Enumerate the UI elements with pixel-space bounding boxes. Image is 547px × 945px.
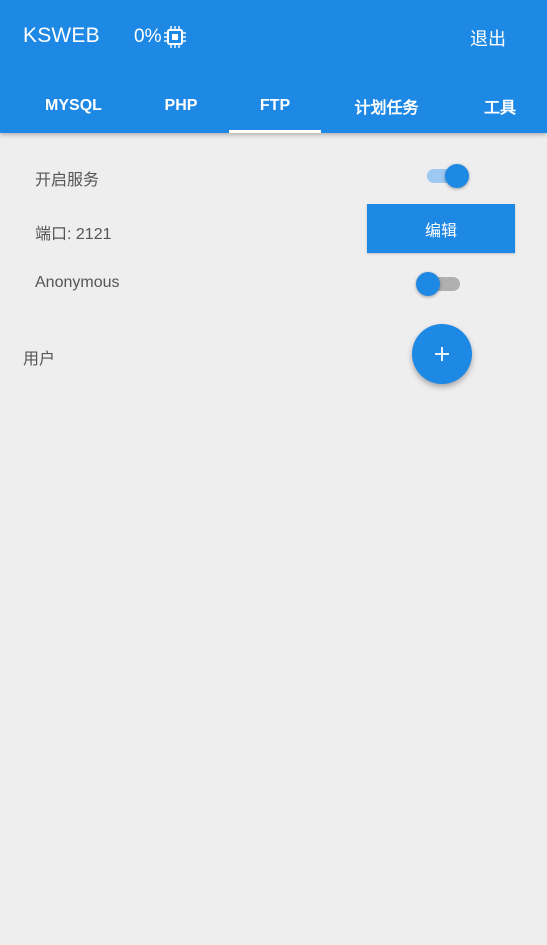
app-bar: KSWEB 0% 退出 MYSQL PHP FTP 计划任务 工具 (0, 0, 547, 133)
anonymous-toggle-thumb (416, 272, 440, 296)
cpu-usage: 0% (134, 24, 187, 50)
tab-tools[interactable]: 工具 (468, 78, 532, 133)
service-label: 开启服务 (35, 172, 100, 189)
port-value: : 2121 (67, 226, 112, 243)
tab-scheduled-tasks[interactable]: 计划任务 (336, 78, 437, 133)
service-toggle-thumb (445, 164, 469, 188)
tab-mysql[interactable]: MYSQL (27, 78, 120, 133)
add-user-button[interactable] (412, 324, 472, 384)
edit-port-button[interactable]: 编辑 (367, 204, 515, 253)
app-title: KSWEB (23, 24, 100, 47)
port-label: 端口 (35, 226, 68, 243)
service-toggle[interactable] (421, 160, 471, 190)
anonymous-label: Anonymous (35, 274, 120, 291)
users-label: 用户 (23, 351, 56, 368)
anonymous-toggle[interactable] (416, 268, 466, 298)
plus-icon (435, 347, 449, 361)
port-row: 端口: 2121 (35, 220, 112, 244)
tab-ftp[interactable]: FTP (229, 78, 321, 133)
tab-php[interactable]: PHP (137, 78, 225, 133)
cpu-chip-icon (164, 26, 187, 48)
exit-button[interactable]: 退出 (470, 25, 506, 51)
cpu-usage-value: 0% (134, 26, 162, 47)
tab-bar: MYSQL PHP FTP 计划任务 工具 (0, 78, 547, 133)
